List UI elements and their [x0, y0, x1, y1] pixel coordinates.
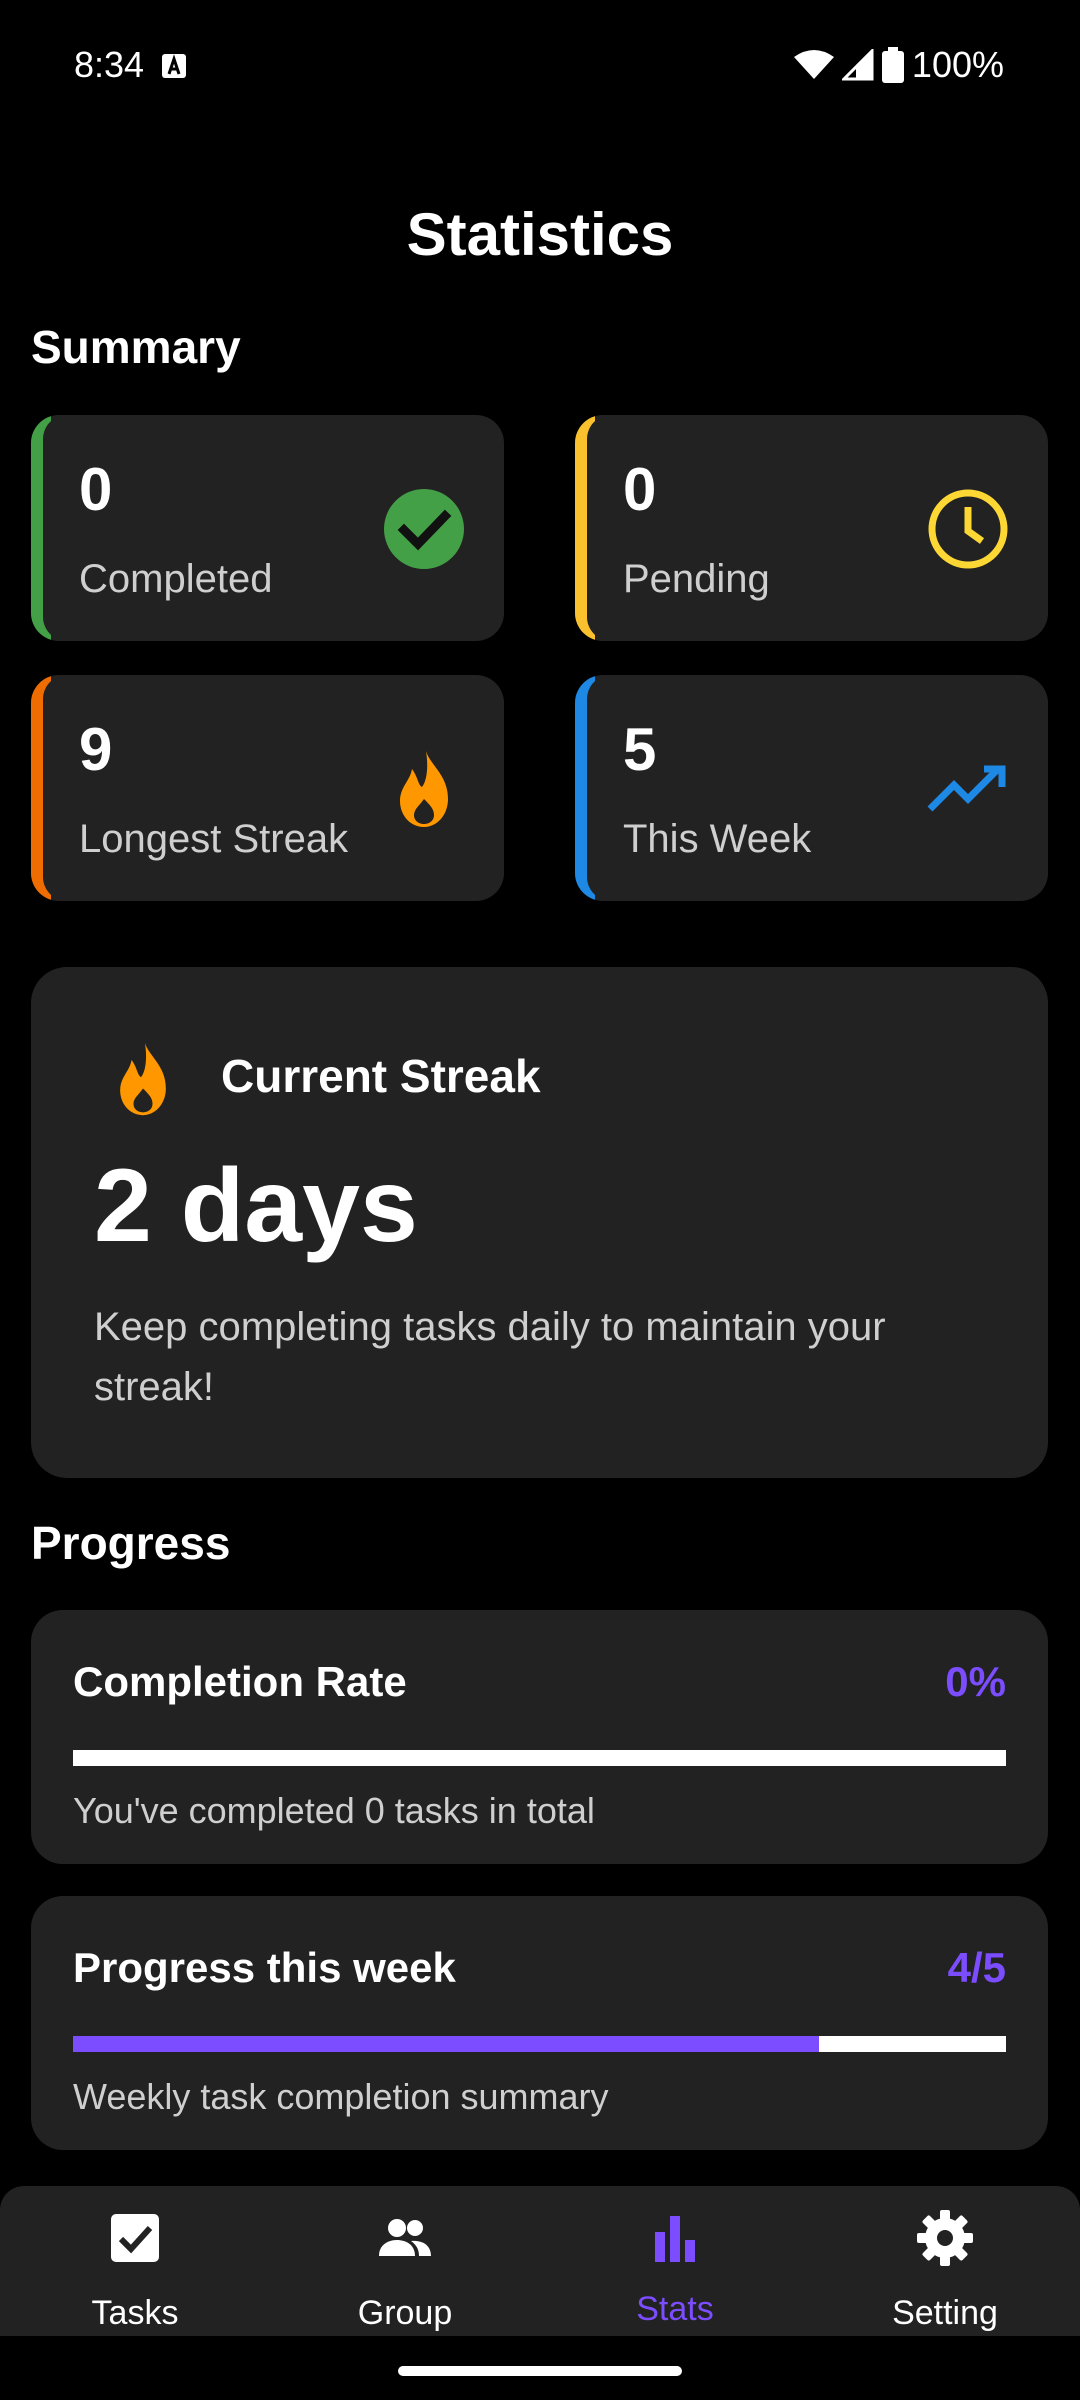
- pending-card[interactable]: 0 Pending: [575, 415, 1048, 641]
- group-icon: [379, 2219, 431, 2256]
- completion-rate-title: Completion Rate: [73, 1658, 407, 1705]
- nav-group-label: Group: [357, 2294, 453, 2332]
- nav-group[interactable]: Group: [270, 2186, 540, 2336]
- completion-rate-description: You've completed 0 tasks in total: [73, 1790, 595, 1831]
- gear-icon: [917, 2210, 973, 2266]
- card-accent: [31, 675, 73, 901]
- bottom-navigation: Tasks Group Stats Setting: [0, 2186, 1080, 2336]
- nav-tasks[interactable]: Tasks: [0, 2186, 270, 2336]
- battery-percent: 100%: [911, 44, 1004, 85]
- nav-stats[interactable]: Stats: [540, 2186, 810, 2336]
- current-streak-title: Current Streak: [221, 1050, 541, 1102]
- summary-heading: Summary: [31, 321, 241, 373]
- completion-rate-bar: [73, 1750, 1006, 1766]
- nav-setting-label: Setting: [892, 2294, 998, 2332]
- nav-tasks-label: Tasks: [91, 2294, 179, 2332]
- card-accent: [31, 415, 73, 641]
- weekly-progress-bar: [73, 2036, 1006, 2052]
- battery-icon: [881, 47, 904, 83]
- progress-heading: Progress: [31, 1517, 231, 1569]
- cell-signal-icon: [841, 49, 874, 81]
- check-circle-icon: [384, 489, 464, 569]
- card-accent: [575, 415, 617, 641]
- bar-chart-icon: [655, 2216, 695, 2262]
- longest-streak-count: 9: [79, 716, 113, 783]
- wifi-icon: [793, 50, 834, 79]
- completed-count: 0: [79, 456, 113, 523]
- fire-icon: [400, 751, 448, 827]
- fire-icon: [120, 1042, 166, 1116]
- this-week-card[interactable]: 5 This Week: [575, 675, 1048, 901]
- current-streak-card: Current Streak 2 days Keep completing ta…: [31, 967, 1048, 1478]
- pending-label: Pending: [623, 557, 770, 601]
- page-title: Statistics: [406, 201, 674, 268]
- card-accent: [575, 675, 617, 901]
- accessibility-notification-icon: [162, 54, 186, 78]
- completion-rate-card: Completion Rate 0% You've completed 0 ta…: [31, 1610, 1048, 1864]
- current-streak-description: Keep completing tasks daily to maintain …: [94, 1305, 886, 1409]
- nav-stats-label: Stats: [636, 2290, 714, 2328]
- completed-card[interactable]: 0 Completed: [31, 415, 504, 641]
- pending-count: 0: [623, 456, 657, 523]
- weekly-progress-description: Weekly task completion summary: [73, 2076, 609, 2117]
- nav-setting[interactable]: Setting: [810, 2186, 1080, 2336]
- longest-streak-card[interactable]: 9 Longest Streak: [31, 675, 504, 901]
- completion-rate-value: 0%: [945, 1658, 1006, 1705]
- clock-icon: [928, 489, 1008, 569]
- status-time: 8:34: [74, 44, 145, 85]
- weekly-progress-fill: [73, 2036, 820, 2052]
- home-indicator[interactable]: [398, 2366, 682, 2376]
- status-indicators: 100%: [793, 44, 1004, 86]
- this-week-count: 5: [623, 716, 657, 783]
- status-bar: 8:34 100%: [0, 0, 1080, 130]
- this-week-label: This Week: [623, 817, 812, 861]
- trending-up-icon: [927, 765, 1006, 812]
- checkbox-icon: [111, 2214, 159, 2262]
- weekly-progress-card: Progress this week 4/5 Weekly task compl…: [31, 1896, 1048, 2150]
- weekly-progress-title: Progress this week: [73, 1944, 456, 1991]
- current-streak-value: 2 days: [94, 1148, 418, 1264]
- longest-streak-label: Longest Streak: [79, 817, 349, 861]
- completed-label: Completed: [79, 557, 273, 601]
- weekly-progress-value: 4/5: [947, 1944, 1006, 1991]
